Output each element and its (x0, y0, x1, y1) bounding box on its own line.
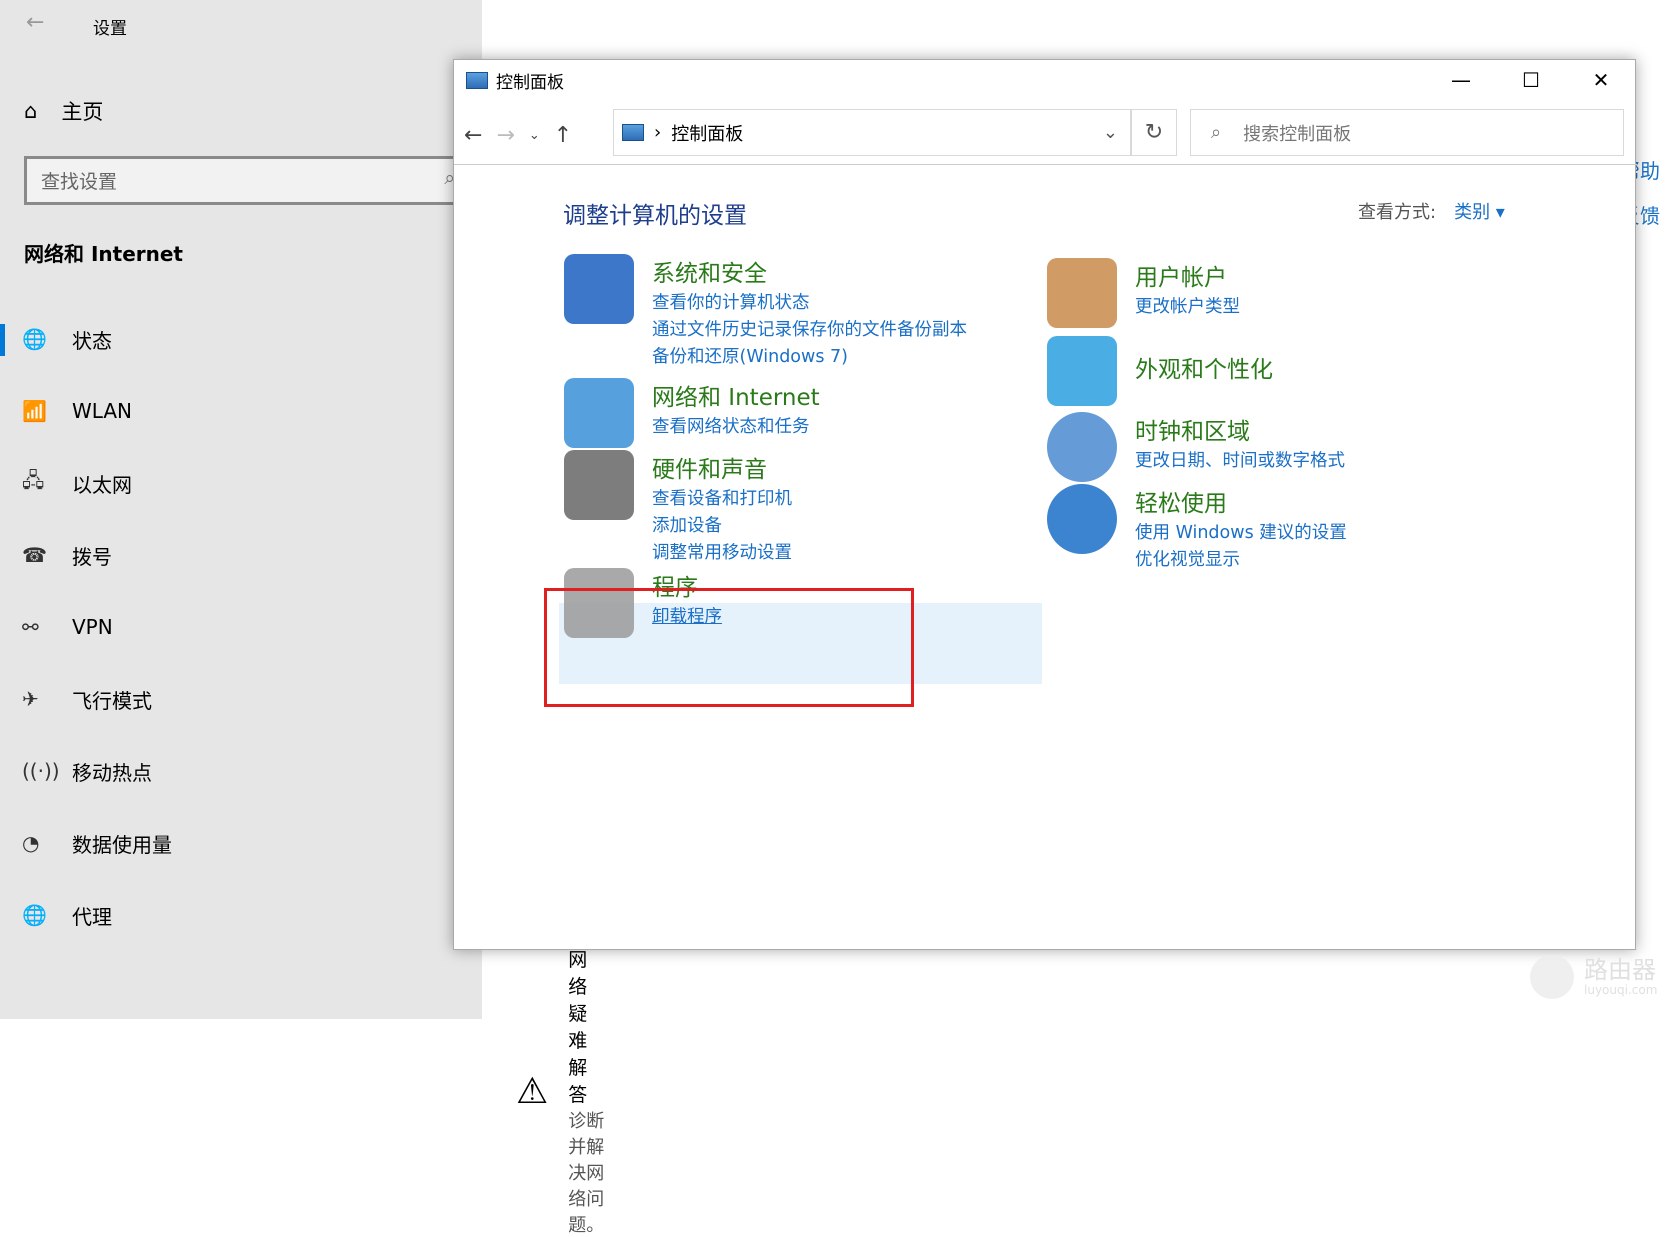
nav-item[interactable]: ◔ 数据使用量 (0, 818, 470, 868)
settings-pane: ← 设置 ⌂ 主页 查找设置 ⌕ 网络和 Internet 🌐 状态 📶 WLAN 🖧 以太网… (0, 0, 604, 1236)
category-link[interactable]: 调整常用移动设置 (652, 540, 792, 567)
nav-item[interactable]: ⚯ VPN (0, 602, 470, 652)
control-panel-icon (466, 72, 488, 89)
nav-item[interactable]: ✈ 飞行模式 (0, 674, 470, 724)
troubleshoot-link[interactable]: ⚠ 网络疑难解答诊断并解决网络问题。 (516, 945, 604, 1237)
appearance-icon (1047, 336, 1117, 406)
printer-icon (564, 450, 634, 520)
back-arrow-icon[interactable]: ← (26, 10, 44, 35)
nav-label: 数据使用量 (72, 832, 172, 857)
router-logo-icon (1530, 955, 1574, 999)
window-title: 控制面板 (496, 73, 564, 93)
category: 网络和 Internet 查看网络状态和任务 (564, 378, 820, 448)
category: 外观和个性化 (1047, 336, 1273, 406)
nav-item[interactable]: 🖧 以太网 (0, 458, 470, 508)
dialup-icon: ☎ (22, 543, 47, 567)
shield-icon (564, 254, 634, 324)
address-bar[interactable]: › 控制面板 ⌄ (613, 109, 1131, 156)
warning-icon: ⚠ (516, 1070, 549, 1112)
category-title[interactable]: 时钟和区域 (1135, 412, 1345, 446)
watermark: 路由器 luyouqi.com (1530, 955, 1657, 999)
view-by-label: 查看方式: (1358, 202, 1437, 223)
nav-label: WLAN (72, 399, 133, 423)
page-heading: 调整计算机的设置 (563, 203, 747, 229)
home-link[interactable]: ⌂ 主页 (24, 96, 103, 126)
data-usage-icon: ◔ (22, 831, 40, 855)
back-button[interactable]: ← (464, 123, 482, 148)
category: 硬件和声音 查看设备和打印机 添加设备 调整常用移动设置 (564, 450, 792, 567)
settings-title: 设置 (93, 19, 127, 39)
refresh-button[interactable]: ↻ (1131, 109, 1177, 156)
globe-status-icon: 🌐 (22, 327, 47, 351)
chevron-down-icon[interactable]: ⌄ (1103, 122, 1118, 143)
category-title[interactable]: 用户帐户 (1135, 258, 1240, 292)
divider (454, 164, 1637, 165)
close-button[interactable]: ✕ (1566, 60, 1636, 100)
category-title[interactable]: 外观和个性化 (1135, 350, 1273, 384)
control-panel-icon (622, 124, 644, 141)
category-link[interactable]: 更改日期、时间或数字格式 (1135, 448, 1345, 475)
chevron-right-icon: › (654, 122, 662, 143)
nav-item[interactable]: 📶 WLAN (0, 386, 470, 436)
ease-of-access-icon (1047, 484, 1117, 554)
recent-dropdown[interactable]: ⌄ (529, 128, 540, 143)
category-link[interactable]: 查看网络状态和任务 (652, 414, 820, 441)
home-icon: ⌂ (24, 99, 38, 123)
wifi-icon: 📶 (22, 399, 47, 423)
section-heading: 网络和 Internet (24, 242, 183, 266)
up-button[interactable]: ↑ (554, 123, 572, 148)
troubleshoot-desc: 诊断并解决网络问题。 (568, 1111, 605, 1236)
nav-label: 拨号 (72, 544, 112, 569)
control-panel-search-input[interactable]: ⌕ 搜索控制面板 (1190, 109, 1624, 156)
view-by-dropdown[interactable]: 类别 ▾ (1454, 198, 1505, 224)
network-icon (564, 378, 634, 448)
annotation-red-box (544, 588, 914, 707)
nav-item[interactable]: ☎ 拨号 (0, 530, 470, 580)
category-link[interactable]: 备份和还原(Windows 7) (652, 344, 967, 371)
nav-label: VPN (72, 615, 113, 639)
category: 用户帐户 更改帐户类型 (1047, 258, 1240, 328)
nav-label: 状态 (72, 328, 112, 353)
category-link[interactable]: 添加设备 (652, 513, 792, 540)
search-placeholder: 搜索控制面板 (1243, 123, 1352, 145)
hotspot-icon: ((·)) (22, 759, 60, 783)
minimize-button[interactable]: — (1426, 60, 1496, 100)
nav-item[interactable]: ((·)) 移动热点 (0, 746, 470, 796)
search-placeholder: 查找设置 (41, 171, 118, 193)
category: 时钟和区域 更改日期、时间或数字格式 (1047, 412, 1345, 482)
clock-icon (1047, 412, 1117, 482)
settings-search-input[interactable]: 查找设置 ⌕ (24, 156, 464, 205)
category-link[interactable]: 更改帐户类型 (1135, 294, 1240, 321)
nav-label: 以太网 (72, 472, 132, 497)
category: 轻松使用 使用 Windows 建议的设置 优化视觉显示 (1047, 484, 1347, 574)
nav-label: 移动热点 (72, 760, 152, 785)
category-link[interactable]: 查看设备和打印机 (652, 486, 792, 513)
category-link[interactable]: 优化视觉显示 (1135, 547, 1347, 574)
category-link[interactable]: 查看你的计算机状态 (652, 290, 967, 317)
globe-icon: 🌐 (22, 903, 47, 927)
category-title[interactable]: 系统和安全 (652, 254, 967, 288)
nav-item[interactable]: 🌐 代理 (0, 890, 470, 940)
troubleshoot-title: 网络疑难解答 (568, 949, 588, 1106)
forward-button[interactable]: → (496, 123, 514, 148)
control-panel-window: 控制面板 — ☐ ✕ ← → ⌄ ↑ › 控制面板 ⌄ ↻ ⌕ 搜索控制面板 调整计算… (453, 59, 1637, 950)
category-link[interactable]: 通过文件历史记录保存你的文件备份副本 (652, 317, 967, 344)
category-title[interactable]: 网络和 Internet (652, 378, 820, 412)
nav-label: 代理 (72, 904, 112, 929)
category-link[interactable]: 使用 Windows 建议的设置 (1135, 520, 1347, 547)
ethernet-icon: 🖧 (22, 468, 45, 492)
home-label: 主页 (61, 100, 104, 124)
vpn-icon: ⚯ (22, 615, 39, 639)
breadcrumb[interactable]: 控制面板 (671, 120, 743, 146)
maximize-button[interactable]: ☐ (1496, 60, 1566, 100)
category-title[interactable]: 轻松使用 (1135, 484, 1347, 518)
category-title[interactable]: 硬件和声音 (652, 450, 792, 484)
nav-label: 飞行模式 (72, 688, 152, 713)
category: 系统和安全 查看你的计算机状态 通过文件历史记录保存你的文件备份副本 备份和还原(Wi… (564, 254, 967, 371)
users-icon (1047, 258, 1117, 328)
nav-item[interactable]: 🌐 状态 (0, 314, 470, 364)
search-icon: ⌕ (1211, 122, 1222, 143)
airplane-icon: ✈ (22, 687, 39, 711)
